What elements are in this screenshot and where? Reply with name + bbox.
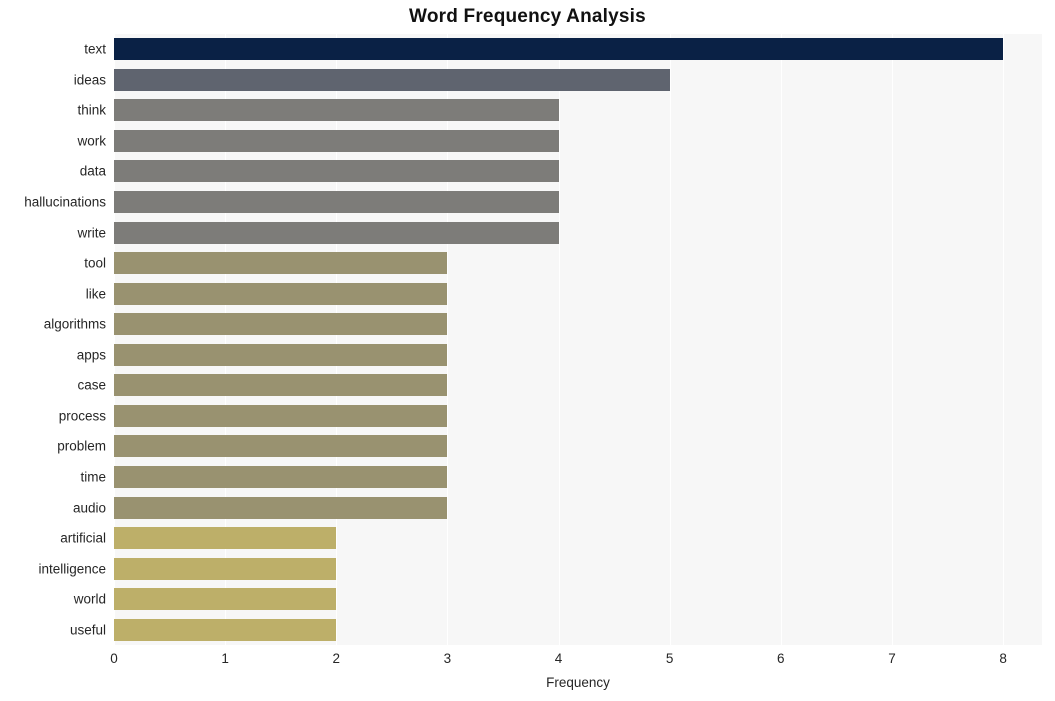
bar[interactable] <box>114 129 559 152</box>
y-tick-label: like <box>85 286 106 302</box>
x-tick-label: 5 <box>665 651 674 666</box>
bar[interactable] <box>114 404 448 427</box>
bar[interactable] <box>114 221 559 244</box>
x-tick-label: 7 <box>888 651 896 666</box>
x-tick-label: 4 <box>554 651 563 666</box>
x-tick-label: 3 <box>443 651 452 666</box>
x-tick-label: 0 <box>110 651 118 666</box>
bar[interactable] <box>114 527 337 550</box>
bar[interactable] <box>114 252 448 275</box>
y-tick-label: case <box>77 377 106 393</box>
y-tick-label: ideas <box>73 72 106 88</box>
y-tick-label: apps <box>76 347 106 363</box>
bar[interactable] <box>114 313 448 336</box>
bar[interactable] <box>114 191 559 214</box>
x-tick-label: 2 <box>332 651 341 666</box>
y-tick-label: tool <box>84 255 106 271</box>
x-axis-title: Frequency <box>546 675 610 690</box>
bar[interactable] <box>114 38 1004 61</box>
y-tick-label: process <box>58 408 106 424</box>
y-tick-label: hallucinations <box>24 194 106 210</box>
bar[interactable] <box>114 282 448 305</box>
bar[interactable] <box>114 343 448 366</box>
y-tick-label: problem <box>57 438 106 454</box>
bar[interactable] <box>114 68 670 91</box>
y-tick-label: think <box>77 102 106 118</box>
y-tick-label: time <box>80 469 106 485</box>
y-tick-label: text <box>84 41 106 57</box>
y-tick-label: algorithms <box>43 316 106 332</box>
bar[interactable] <box>114 588 337 611</box>
bar[interactable] <box>114 435 448 458</box>
chart-figure: Word Frequency Analysis text ideas think wo… <box>0 0 1055 701</box>
x-tick-label: 6 <box>777 651 785 666</box>
bar[interactable] <box>114 465 448 488</box>
chart-title: Word Frequency Analysis <box>409 6 646 27</box>
plot-area <box>114 34 1042 645</box>
x-axis-tick-labels: 0 1 2 3 4 5 6 7 8 <box>0 651 1055 673</box>
bar[interactable] <box>114 374 448 397</box>
y-tick-label: world <box>73 591 106 607</box>
bars-series <box>114 34 1042 645</box>
y-tick-label: work <box>77 133 106 149</box>
y-tick-label: write <box>77 225 106 241</box>
x-tick-label: 8 <box>999 651 1007 666</box>
bar[interactable] <box>114 160 559 183</box>
y-axis-tick-labels: text ideas think work data hallucinations writ… <box>0 34 106 645</box>
bar[interactable] <box>114 557 337 580</box>
y-tick-label: intelligence <box>38 561 106 577</box>
y-tick-label: audio <box>72 500 106 516</box>
bar[interactable] <box>114 496 448 519</box>
y-tick-label: data <box>79 163 106 179</box>
bar[interactable] <box>114 618 337 641</box>
y-tick-label: artificial <box>60 530 106 546</box>
x-tick-label: 1 <box>221 651 229 666</box>
bar[interactable] <box>114 99 559 122</box>
y-tick-label: useful <box>69 622 106 638</box>
